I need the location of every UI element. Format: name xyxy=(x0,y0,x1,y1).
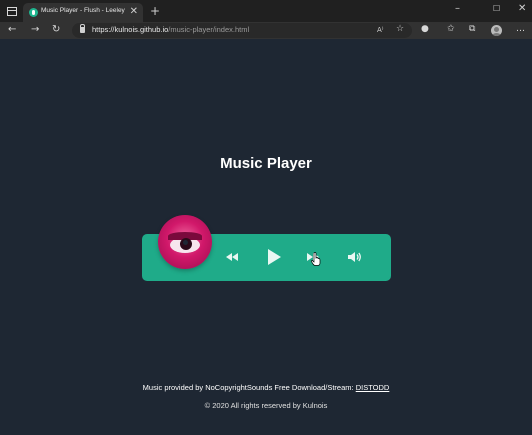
hand-cursor-icon xyxy=(311,252,321,266)
volume-icon[interactable] xyxy=(348,251,362,263)
backward-icon[interactable] xyxy=(226,251,238,263)
extension-icon[interactable]: ● xyxy=(421,24,429,34)
copyright-text: © 2020 All rights reserved by Kulnois xyxy=(204,401,328,410)
favorites-bar-icon[interactable]: ✩ xyxy=(447,24,455,34)
browser-toolbar: ← → ↻ https://kulnois.github.io/music-pl… xyxy=(0,22,532,39)
browser-tab-bar: Music Player - Flush - Leeley ✕ + – ☐ ✕ xyxy=(0,0,532,22)
album-cover-image xyxy=(158,215,212,269)
url-text: https://kulnois.github.io/music-player/i… xyxy=(92,25,250,34)
lock-icon xyxy=(80,24,85,33)
new-tab-button[interactable]: + xyxy=(150,4,160,18)
credit-text: Music provided by NoCopyrightSounds Free… xyxy=(142,383,356,392)
profile-avatar[interactable] xyxy=(491,25,502,36)
tab-actions-icon[interactable] xyxy=(7,7,17,16)
maximize-button[interactable]: ☐ xyxy=(493,4,500,13)
read-aloud-icon[interactable]: A⁾ xyxy=(377,26,384,34)
page-title: Music Player xyxy=(220,155,312,172)
cover-center-hole xyxy=(183,240,188,245)
minimize-button[interactable]: – xyxy=(455,3,460,14)
distodd-link[interactable]: DISTODD xyxy=(356,383,390,392)
favorite-icon[interactable]: ☆ xyxy=(396,24,404,34)
address-bar[interactable]: https://kulnois.github.io/music-player/i… xyxy=(72,23,412,38)
tab-title: Music Player - Flush - Leeley xyxy=(41,7,125,14)
play-icon[interactable] xyxy=(264,248,282,266)
collections-icon[interactable]: ⧉ xyxy=(469,24,475,34)
back-icon[interactable]: ← xyxy=(8,23,16,37)
tab-close-icon[interactable]: ✕ xyxy=(130,6,138,18)
close-window-button[interactable]: ✕ xyxy=(518,3,526,14)
favicon-icon xyxy=(29,8,38,17)
more-menu-icon[interactable]: … xyxy=(516,24,525,34)
forward-icon[interactable]: → xyxy=(31,23,39,37)
music-credit: Music provided by NoCopyrightSounds Free… xyxy=(0,383,532,392)
browser-tab[interactable]: Music Player - Flush - Leeley ✕ xyxy=(23,3,143,22)
refresh-icon[interactable]: ↻ xyxy=(52,23,60,37)
